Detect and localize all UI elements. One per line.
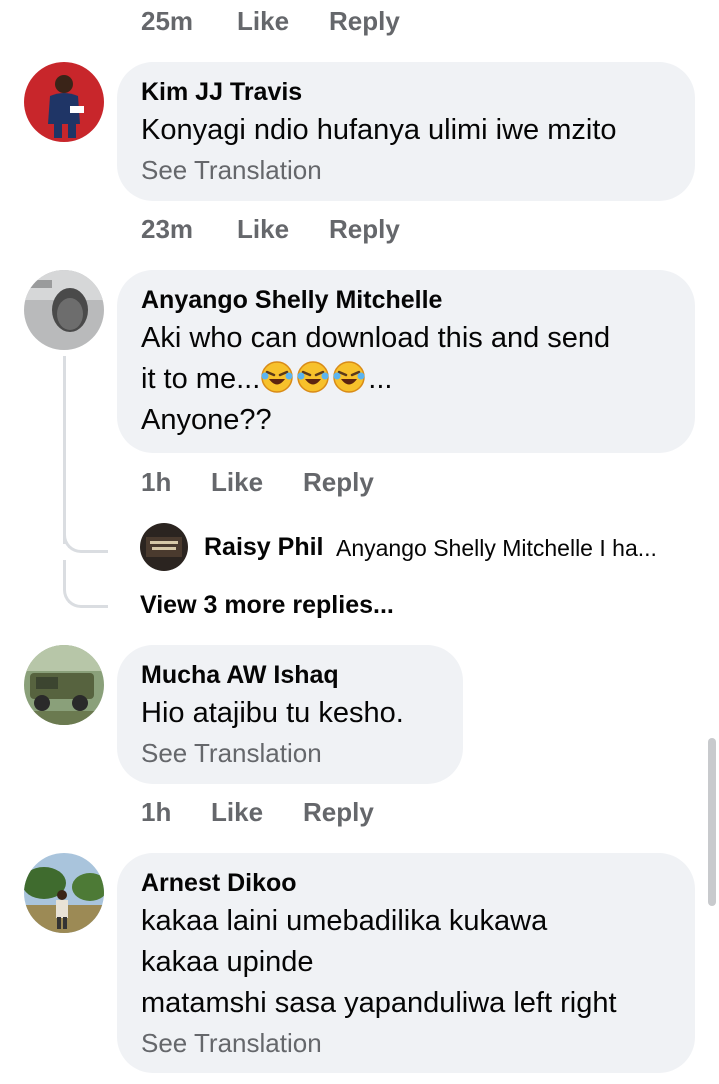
comment-author[interactable]: Anyango Shelly Mitchelle xyxy=(141,284,671,316)
comment-timestamp: 1h xyxy=(141,797,172,827)
comment-text: kakaa upinde xyxy=(141,946,314,978)
comment-text: Anyone?? xyxy=(141,404,272,436)
avatar[interactable] xyxy=(24,645,104,725)
comment-author[interactable]: Arnest Dikoo xyxy=(141,867,671,899)
comment-bubble: Anyango Shelly Mitchelle Aki who can dow… xyxy=(117,270,695,453)
avatar[interactable] xyxy=(24,853,104,933)
reply-preview[interactable]: Raisy Phil Anyango Shelly Mitchelle I ha… xyxy=(140,523,700,571)
comment-text: kakaa laini umebadilika kukawa xyxy=(141,905,548,937)
scrollbar[interactable] xyxy=(708,738,716,906)
comment-text: Konyagi ndio hufanya ulimi iwe mzito xyxy=(141,114,617,146)
thread-connector xyxy=(63,520,108,553)
comment-bubble: Kim JJ Travis Konyagi ndio hufanya ulimi… xyxy=(117,62,695,201)
comment-text: Hio atajibu tu kesho. xyxy=(141,697,404,729)
reply-button[interactable]: Reply xyxy=(303,794,374,830)
avatar[interactable] xyxy=(24,62,104,142)
like-button[interactable]: Like xyxy=(211,464,263,500)
comment-author[interactable]: Mucha AW Ishaq xyxy=(141,659,439,691)
comment-bubble: Arnest Dikoo kakaa laini umebadilika kuk… xyxy=(117,853,695,1073)
see-translation-link[interactable]: See Translation xyxy=(141,1025,671,1061)
laughing-emoji-icon xyxy=(297,361,330,393)
comment-text: it to me...... xyxy=(141,359,671,400)
comment-bubble: Mucha AW Ishaq Hio atajibu tu kesho. See… xyxy=(117,645,463,784)
see-translation-link[interactable]: See Translation xyxy=(141,735,439,771)
comment-timestamp: 25m xyxy=(141,6,194,36)
comment-timestamp: 1h xyxy=(141,467,172,497)
thread-line xyxy=(63,356,66,544)
avatar[interactable] xyxy=(24,270,104,350)
comment-text-part: it to me... xyxy=(141,363,261,395)
comment-text: matamshi sasa yapanduliwa left right xyxy=(141,987,617,1019)
laughing-emoji-icon xyxy=(261,361,294,393)
like-button[interactable]: Like xyxy=(237,3,289,39)
comment-text: Aki who can download this and send xyxy=(141,322,611,354)
reply-button[interactable]: Reply xyxy=(303,464,374,500)
comment-author[interactable]: Kim JJ Travis xyxy=(141,76,671,108)
view-more-replies-link[interactable]: View 3 more replies... xyxy=(140,589,394,621)
like-button[interactable]: Like xyxy=(237,211,289,247)
see-translation-link[interactable]: See Translation xyxy=(141,152,671,188)
reply-button[interactable]: Reply xyxy=(329,3,400,39)
reply-text: Anyango Shelly Mitchelle I ha... xyxy=(336,535,657,561)
comment-text-part: ... xyxy=(368,363,393,395)
laughing-emoji-icon xyxy=(333,361,366,393)
avatar xyxy=(140,523,188,571)
reply-author[interactable]: Raisy Phil xyxy=(204,531,324,563)
thread-connector xyxy=(63,560,108,608)
like-button[interactable]: Like xyxy=(211,794,263,830)
comment-timestamp: 23m xyxy=(141,214,194,244)
reply-button[interactable]: Reply xyxy=(329,211,400,247)
